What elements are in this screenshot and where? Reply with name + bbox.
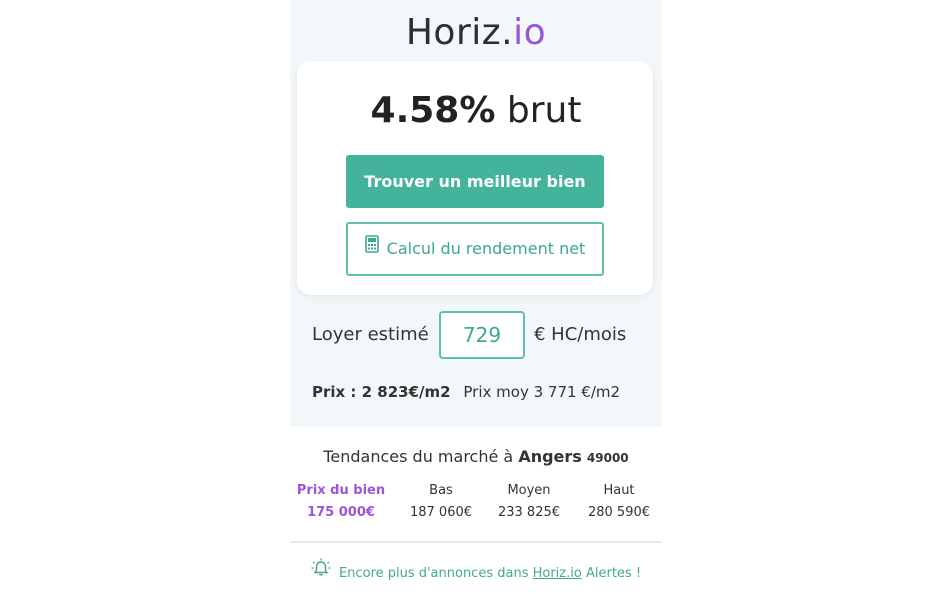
net-yield-calculation-button[interactable]: Calcul du rendement net	[346, 222, 604, 276]
app-panel: Horiz.io 4.58% brut Trouver un meilleur …	[290, 0, 662, 594]
trend-column-value: 233 825€	[497, 505, 561, 520]
divider	[290, 541, 662, 543]
trend-column-high: Haut 280 590€	[574, 480, 664, 524]
market-trends-title: Tendances du marché à Angers 49000	[290, 445, 662, 470]
yield-value: 4.58%	[370, 90, 496, 131]
rent-label: Loyer estimé	[312, 324, 429, 345]
find-better-property-button[interactable]: Trouver un meilleur bien	[346, 155, 604, 208]
rent-row: Loyer estimé € HC/mois	[290, 310, 662, 360]
alerts-suffix: Alertes !	[585, 566, 642, 581]
trends-city: Angers	[518, 447, 582, 466]
trend-column-value: 280 590€	[587, 505, 651, 520]
trend-column-low: Bas 187 060€	[396, 480, 486, 524]
trend-column-value: 187 060€	[409, 505, 473, 520]
trends-title-prefix: Tendances du marché à	[323, 447, 514, 466]
price-per-m2: Prix : 2 823€/m2	[312, 383, 451, 401]
logo-accent-text: io	[513, 12, 547, 53]
alerts-prefix: Encore plus d'annonces dans	[338, 566, 529, 581]
trend-column-value: 175 000€	[307, 505, 375, 520]
trend-column-property-price: Prix du bien 175 000€	[296, 480, 386, 524]
rent-input[interactable]	[439, 311, 525, 359]
average-price-per-m2: Prix moy 3 771 €/m2	[463, 383, 621, 401]
alerts-promo: Encore plus d'annonces dans Horiz.io Ale…	[290, 558, 662, 586]
trend-column-label: Prix du bien	[296, 483, 386, 498]
trend-column-label: Bas	[429, 483, 453, 498]
logo-main-text: Horiz.	[405, 12, 514, 53]
trend-column-label: Haut	[603, 483, 635, 498]
horizio-alerts-link[interactable]: Horiz.io	[533, 566, 582, 581]
trend-column-label: Moyen	[507, 483, 551, 498]
horizio-logo[interactable]: Horiz.io	[290, 10, 662, 56]
trend-column-average: Moyen 233 825€	[484, 480, 574, 524]
net-yield-calculation-label: Calcul du rendement net	[386, 239, 586, 258]
calculator-icon	[364, 223, 379, 273]
price-row: Prix : 2 823€/m2 Prix moy 3 771 €/m2	[312, 380, 620, 404]
yield-suffix: brut	[506, 90, 582, 131]
trends-zip: 49000	[586, 451, 629, 465]
rent-unit: € HC/mois	[534, 324, 627, 345]
find-better-property-label: Trouver un meilleur bien	[364, 172, 586, 191]
bell-icon	[311, 558, 331, 586]
gross-yield: 4.58% brut	[290, 88, 662, 134]
